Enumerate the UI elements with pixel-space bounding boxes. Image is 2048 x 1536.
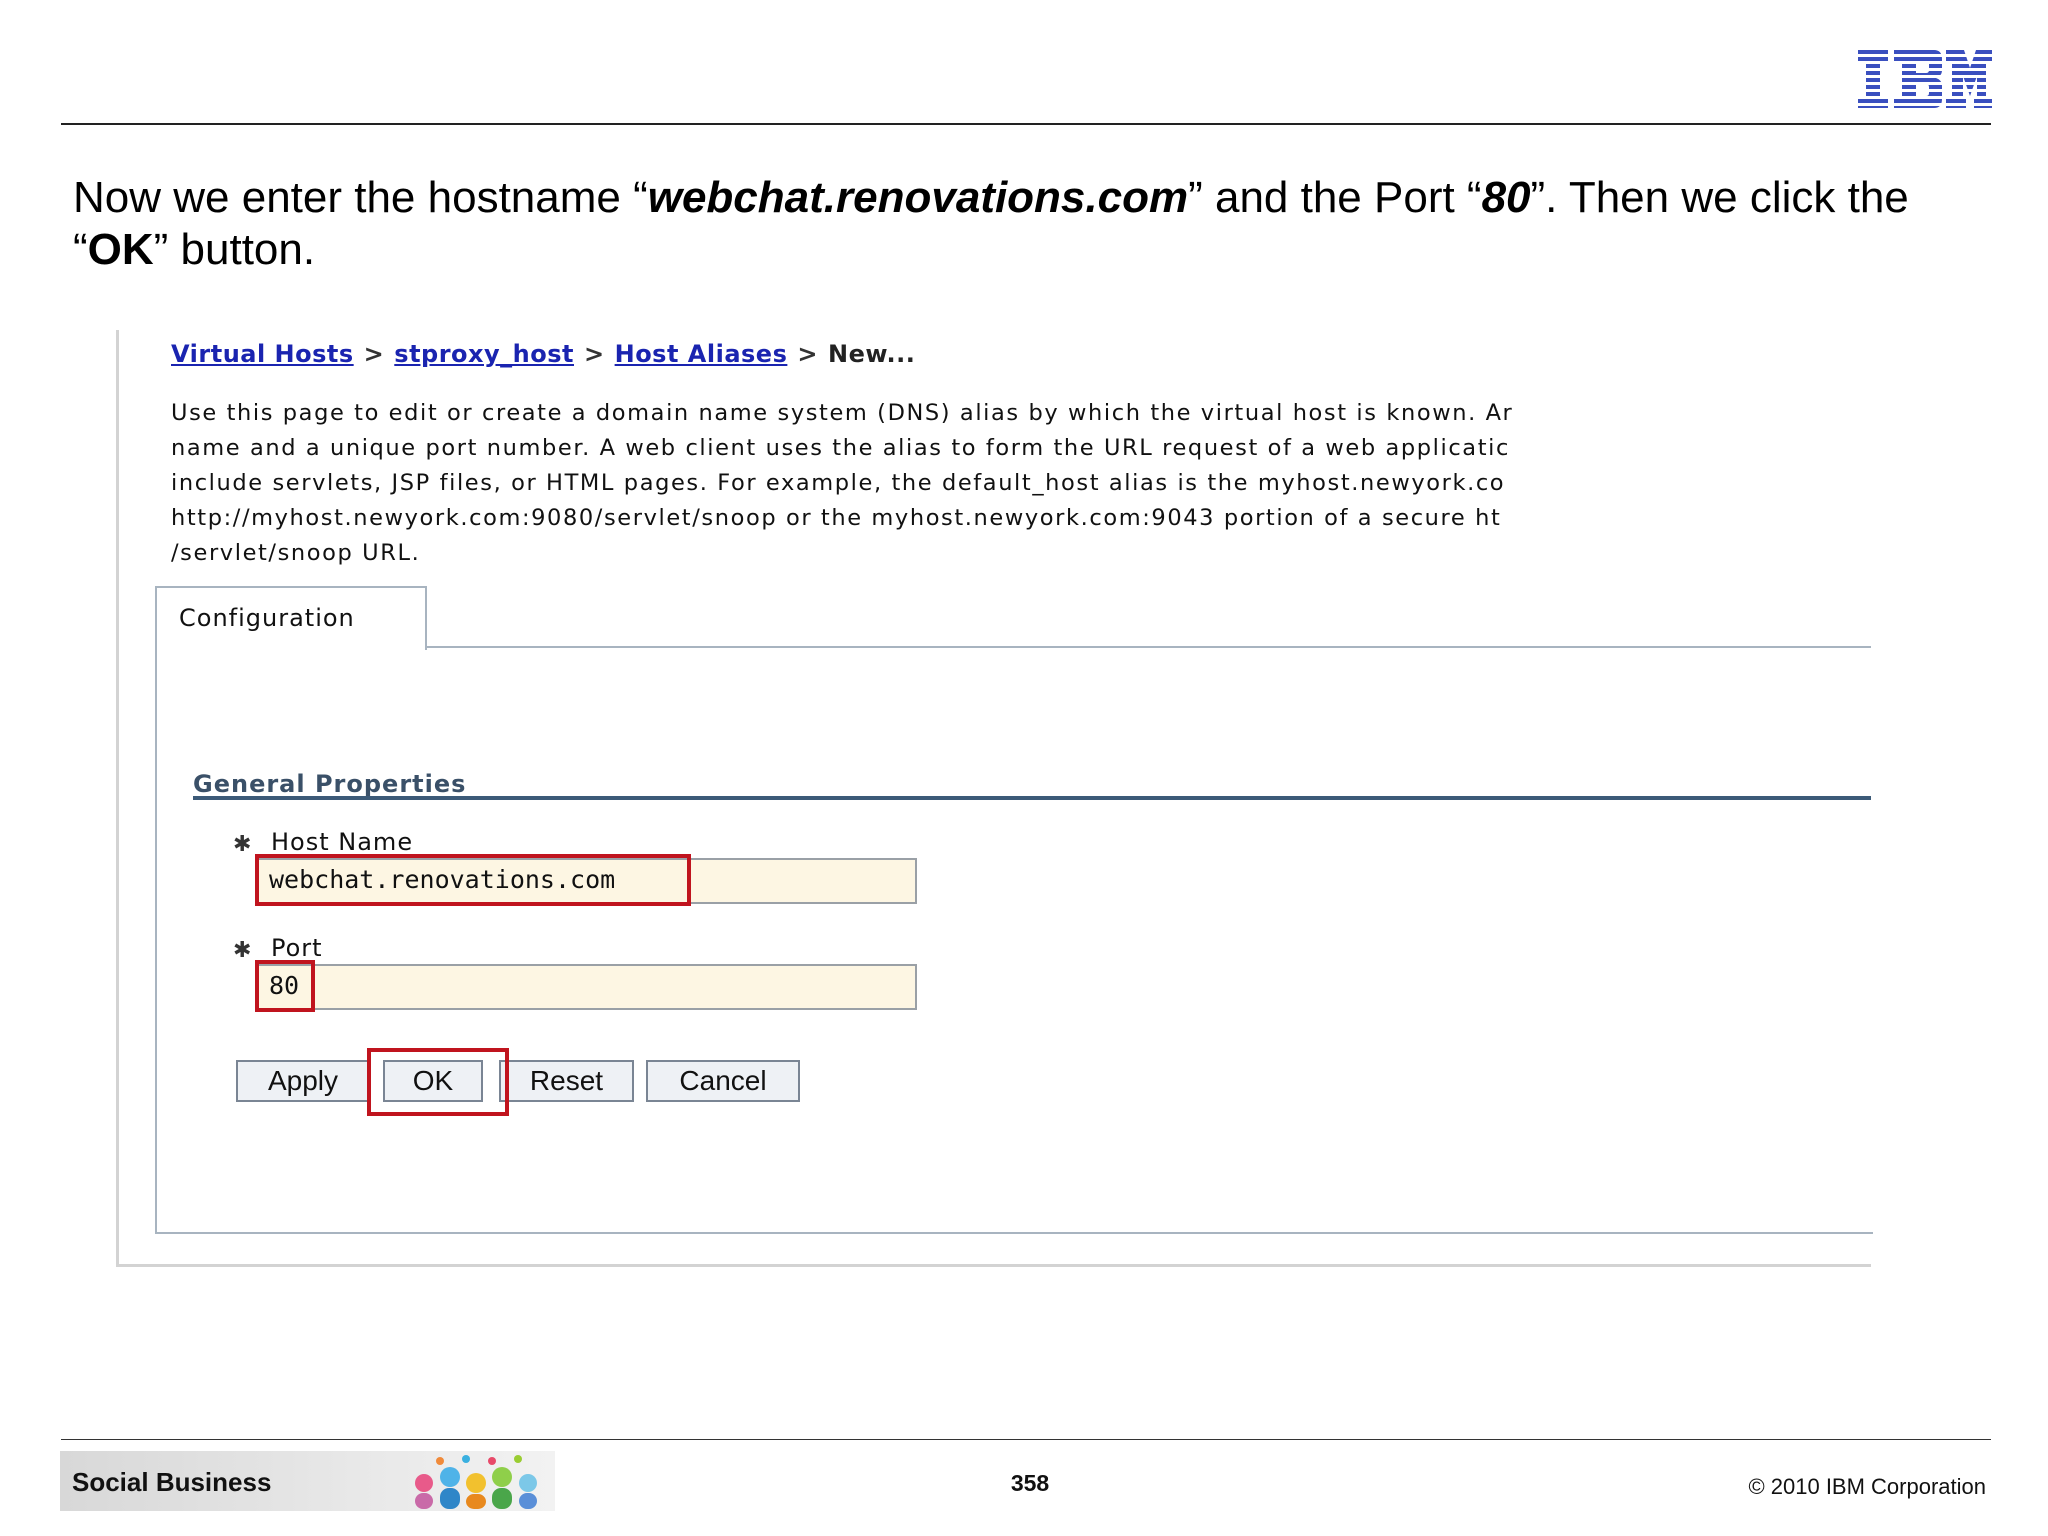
general-properties-heading: General Properties <box>193 770 467 798</box>
breadcrumb-virtual-hosts[interactable]: Virtual Hosts <box>171 340 354 368</box>
general-properties-rule <box>193 796 1871 800</box>
social-business-banner: Social Business <box>60 1451 555 1511</box>
tab-configuration-label: Configuration <box>179 604 355 632</box>
required-icon: ✱ <box>233 832 252 857</box>
required-icon: ✱ <box>233 938 252 963</box>
ok-button-highlight <box>367 1048 509 1116</box>
slide-instruction: Now we enter the hostname “webchat.renov… <box>73 173 1909 274</box>
hostname-emphasis: webchat.renovations.com <box>647 173 1189 222</box>
tab-configuration[interactable]: Configuration <box>155 586 427 650</box>
port-highlight <box>255 960 315 1012</box>
admin-console-screenshot: Virtual Hosts > stproxy_host > Host Aliases >… <box>116 330 1873 1267</box>
breadcrumb-current: New... <box>827 340 916 368</box>
reset-button[interactable]: Reset <box>499 1060 634 1102</box>
header-rule <box>61 123 1991 125</box>
people-illustration <box>415 1455 537 1509</box>
page-number: 358 <box>1010 1470 1050 1496</box>
ibm-logo <box>1858 50 1992 108</box>
breadcrumb: Virtual Hosts > stproxy_host > Host Aliases >… <box>171 340 916 368</box>
apply-button[interactable]: Apply <box>236 1060 370 1102</box>
host-name-highlight <box>255 854 691 906</box>
breadcrumb-host-aliases[interactable]: Host Aliases <box>615 340 788 368</box>
port-input[interactable]: 80 <box>257 964 917 1010</box>
cancel-button[interactable]: Cancel <box>646 1060 800 1102</box>
page-description: Use this page to edit or create a domain… <box>171 400 1514 566</box>
configuration-panel <box>155 648 1873 1234</box>
breadcrumb-stproxy-host[interactable]: stproxy_host <box>394 340 574 368</box>
port-emphasis: 80 <box>1481 173 1531 222</box>
brand-label: Social Business <box>72 1467 272 1497</box>
host-name-label: Host Name <box>271 828 414 856</box>
ok-emphasis: OK <box>87 225 154 274</box>
copyright: © 2010 IBM Corporation <box>1748 1474 1986 1499</box>
footer-rule <box>61 1439 1991 1440</box>
port-label: Port <box>271 934 323 962</box>
